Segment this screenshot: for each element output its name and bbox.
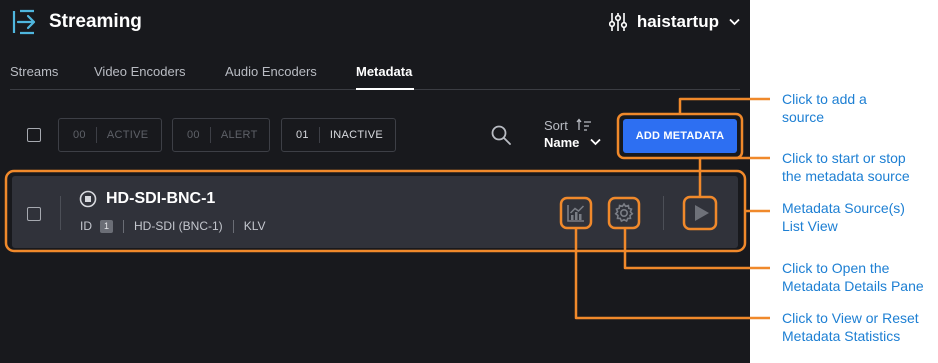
sort-value[interactable]: Name	[544, 135, 579, 150]
tab-metadata[interactable]: Metadata	[356, 64, 412, 79]
streaming-app: Streaming haistartup Streams Video Encod…	[0, 0, 750, 363]
filter-alert[interactable]: 00 ALERT	[172, 118, 270, 152]
active-tab-indicator	[356, 88, 414, 90]
callout-line: Click to add a	[782, 91, 867, 107]
search-icon[interactable]	[490, 124, 512, 146]
filter-alert-count: 00	[173, 127, 211, 143]
source-name: HD-SDI-BNC-1	[106, 190, 216, 207]
row-divider	[60, 196, 61, 230]
filter-inactive[interactable]: 01 INACTIVE	[281, 118, 396, 152]
play-icon[interactable]	[690, 202, 712, 224]
callout-line: Metadata Source(s)	[782, 200, 905, 216]
callout-line: Metadata Statistics	[782, 328, 901, 344]
callout-statistics: Click to View or Reset Metadata Statisti…	[782, 309, 919, 345]
meta-separator	[232, 219, 234, 233]
filter-inactive-label: INACTIVE	[329, 129, 383, 141]
username[interactable]: haistartup	[637, 12, 719, 32]
tab-streams[interactable]: Streams	[10, 64, 58, 79]
sign-in-arrow-icon	[12, 9, 36, 35]
select-all-checkbox[interactable]	[27, 128, 41, 142]
tab-video-encoders[interactable]: Video Encoders	[94, 64, 186, 79]
callout-line: source	[782, 109, 825, 125]
callout-line: Click to start or stop	[782, 150, 906, 166]
tab-audio-encoders[interactable]: Audio Encoders	[225, 64, 317, 79]
sort-order-icon[interactable]	[576, 118, 592, 132]
user-menu[interactable]: haistartup	[608, 8, 740, 36]
source-id-label: ID	[80, 219, 92, 233]
source-meta: ID 1 HD-SDI (BNC-1) KLV	[80, 219, 265, 233]
filter-active[interactable]: 00 ACTIVE	[58, 118, 162, 152]
gear-icon[interactable]	[613, 202, 635, 224]
callout-list-view: Metadata Source(s) List View	[782, 199, 905, 235]
callout-add-source: Click to add a source	[782, 90, 867, 126]
callout-details-pane: Click to Open the Metadata Details Pane	[782, 259, 924, 295]
filter-inactive-count: 01	[282, 127, 320, 143]
source-type: KLV	[243, 219, 266, 233]
sliders-icon[interactable]	[608, 12, 627, 32]
source-input: HD-SDI (BNC-1)	[134, 219, 223, 233]
meta-separator	[123, 219, 125, 233]
callout-line: the metadata source	[782, 168, 910, 184]
tab-bar: Streams Video Encoders Audio Encoders Me…	[10, 64, 740, 90]
statistics-chart-icon[interactable]	[565, 202, 587, 224]
chevron-down-icon[interactable]	[729, 18, 740, 26]
app-title: Streaming	[49, 11, 142, 32]
chevron-down-icon[interactable]	[590, 138, 601, 146]
sort-label: Sort	[544, 118, 568, 133]
callout-line: List View	[782, 218, 838, 234]
stop-circle-icon	[79, 190, 97, 208]
filter-alert-label: ALERT	[220, 129, 258, 141]
filter-active-count: 00	[59, 127, 97, 143]
filter-active-label: ACTIVE	[106, 129, 149, 141]
callout-line: Click to View or Reset	[782, 310, 919, 326]
row-checkbox[interactable]	[27, 207, 41, 221]
callout-line: Metadata Details Pane	[782, 278, 924, 294]
callout-start-stop: Click to start or stop the metadata sour…	[782, 149, 910, 185]
source-id-badge: 1	[100, 219, 114, 233]
callout-line: Click to Open the	[782, 260, 890, 276]
add-metadata-button[interactable]: ADD METADATA	[623, 119, 737, 153]
row-divider	[663, 196, 664, 230]
